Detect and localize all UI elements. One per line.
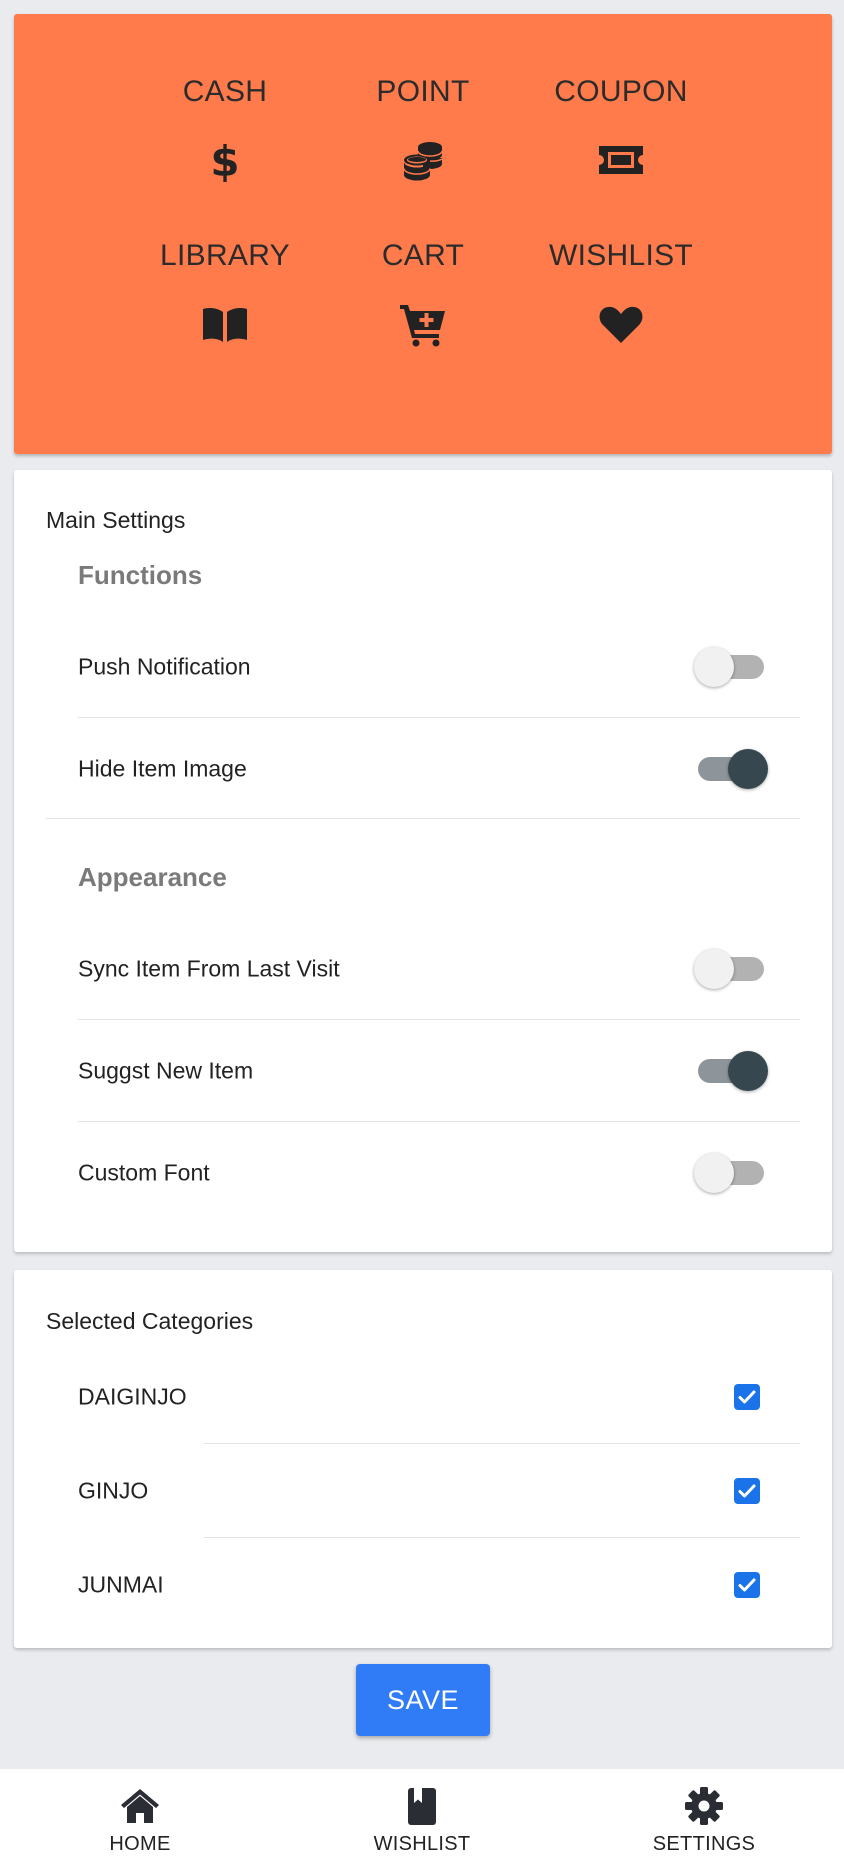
gear-icon bbox=[604, 1785, 804, 1827]
point-label: POINT bbox=[376, 75, 470, 108]
hide-item-image-toggle[interactable] bbox=[694, 749, 768, 789]
suggest-new-item-label: Suggst New Item bbox=[78, 1057, 254, 1084]
cash-label: CASH bbox=[182, 75, 268, 108]
cart-label: CART bbox=[381, 239, 465, 272]
sync-item-toggle[interactable] bbox=[694, 949, 768, 989]
custom-font-toggle[interactable] bbox=[694, 1153, 768, 1193]
nav-wishlist-label: WISHLIST bbox=[373, 1833, 471, 1855]
header-card: CASH $ POINT COUPON LIBRARY CART WISHLIS… bbox=[14, 14, 832, 454]
bottom-nav: HOME WISHLIST SETTINGS bbox=[0, 1769, 844, 1862]
setting-row-custom-font: Custom Font bbox=[78, 1122, 800, 1224]
suggest-new-item-toggle[interactable] bbox=[694, 1051, 768, 1091]
appearance-section-title: Appearance bbox=[78, 862, 227, 892]
nav-settings-label: SETTINGS bbox=[652, 1833, 756, 1855]
daiginjo-label: DAIGINJO bbox=[78, 1383, 187, 1410]
wishlist-label: WISHLIST bbox=[548, 239, 694, 272]
nav-home[interactable]: HOME bbox=[40, 1785, 240, 1856]
push-notification-toggle[interactable] bbox=[694, 647, 768, 687]
category-row-daiginjo: DAIGINJO bbox=[78, 1350, 800, 1444]
cash-shortcut[interactable]: CASH $ bbox=[125, 74, 325, 184]
sync-item-label: Sync Item From Last Visit bbox=[78, 955, 340, 982]
wishlist-shortcut[interactable]: WISHLIST bbox=[521, 238, 721, 348]
save-button[interactable]: SAVE bbox=[356, 1664, 490, 1736]
dollar-icon: $ bbox=[201, 136, 249, 184]
category-row-junmai: JUNMAI bbox=[78, 1538, 800, 1632]
main-settings-card: Main Settings Functions Push Notificatio… bbox=[14, 470, 832, 1252]
home-icon bbox=[40, 1785, 240, 1827]
coupon-label: COUPON bbox=[554, 75, 688, 108]
ginjo-label: GINJO bbox=[78, 1477, 149, 1504]
library-shortcut[interactable]: LIBRARY bbox=[125, 238, 325, 348]
coupon-shortcut[interactable]: COUPON bbox=[521, 74, 721, 184]
categories-title: Selected Categories bbox=[46, 1308, 254, 1334]
custom-font-label: Custom Font bbox=[78, 1159, 210, 1186]
coins-icon bbox=[399, 136, 447, 184]
category-row-ginjo: GINJO bbox=[78, 1444, 800, 1538]
junmai-checkbox[interactable] bbox=[734, 1572, 760, 1598]
nav-home-label: HOME bbox=[109, 1833, 171, 1855]
cart-plus-icon bbox=[399, 300, 447, 348]
setting-row-sync-item: Sync Item From Last Visit bbox=[78, 918, 800, 1020]
hide-item-image-label: Hide Item Image bbox=[78, 755, 247, 782]
bookmark-book-icon bbox=[322, 1785, 522, 1827]
svg-text:$: $ bbox=[210, 137, 239, 184]
main-settings-title: Main Settings bbox=[46, 507, 186, 533]
categories-card: Selected Categories DAIGINJO GINJO JUNMA… bbox=[14, 1270, 832, 1648]
nav-wishlist[interactable]: WISHLIST bbox=[322, 1785, 522, 1856]
push-notification-label: Push Notification bbox=[78, 653, 251, 680]
setting-row-suggest-new-item: Suggst New Item bbox=[78, 1020, 800, 1122]
ginjo-checkbox[interactable] bbox=[734, 1478, 760, 1504]
setting-row-push-notification: Push Notification bbox=[78, 616, 800, 718]
setting-row-hide-item-image: Hide Item Image bbox=[78, 718, 800, 820]
library-label: LIBRARY bbox=[160, 239, 290, 272]
section-divider bbox=[46, 818, 800, 819]
heart-icon bbox=[597, 300, 645, 348]
cart-shortcut[interactable]: CART bbox=[323, 238, 523, 348]
ticket-icon bbox=[597, 136, 645, 184]
functions-section-title: Functions bbox=[78, 560, 203, 590]
book-open-icon bbox=[201, 300, 249, 348]
point-shortcut[interactable]: POINT bbox=[323, 74, 523, 184]
daiginjo-checkbox[interactable] bbox=[734, 1384, 760, 1410]
nav-settings[interactable]: SETTINGS bbox=[604, 1785, 804, 1856]
junmai-label: JUNMAI bbox=[78, 1571, 164, 1598]
